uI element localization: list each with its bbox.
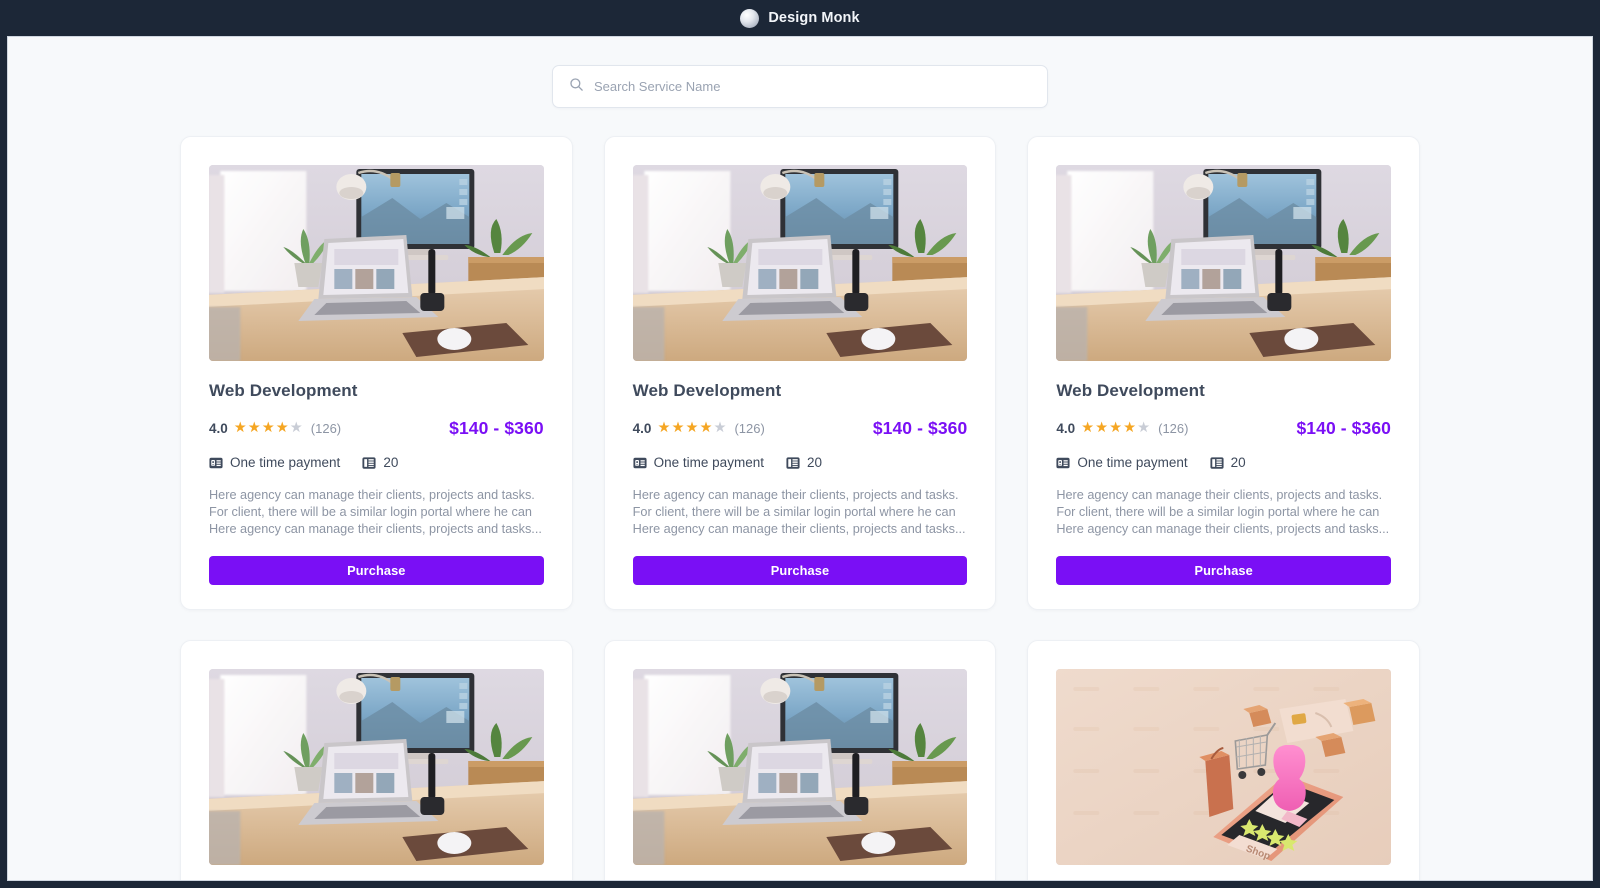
list-grid-icon (1210, 456, 1224, 470)
search-box[interactable] (552, 65, 1048, 108)
rating-star: ★ (247, 420, 261, 437)
service-thumbnail (632, 165, 968, 361)
service-card[interactable]: Web Development 4.0 ★★★★★ (126) $140 - $… (1027, 136, 1420, 610)
service-thumbnail (632, 668, 968, 865)
service-description: Here agency can manage their clients, pr… (632, 488, 966, 536)
rating-group: 4.0 ★ ★ ★ ★ ★ (126) (633, 421, 765, 436)
rating-star: ★ (657, 420, 671, 437)
page-viewport: Web Development 4.0 ★★★★★ (126) $140 - $… (7, 36, 1593, 881)
rating-star: ★ (233, 420, 247, 437)
payment-type-label: One time payment (653, 455, 764, 470)
rating-star: ★ (671, 420, 685, 437)
app-header: Design Monk (0, 0, 1600, 36)
rating-star: ★ (1081, 420, 1095, 437)
service-card-grid: Web Development 4.0 ★ ★ ★ ★ ★ (126) $140 - $… (180, 136, 1420, 880)
payment-card-icon (633, 456, 647, 470)
purchase-button[interactable]: Purchase (1056, 555, 1391, 585)
search-icon (569, 77, 584, 97)
service-meta-row: 4.0 ★ ★ ★ ★ ★ (126) $140 - $360 (209, 418, 544, 439)
page-content: Web Development 4.0 ★★★★★ (126) $140 - $… (8, 37, 1592, 880)
service-thumbnail (1056, 165, 1391, 361)
rating-star: ★ (261, 420, 275, 437)
rating-stars: ★ ★ ★ ★ ★ (657, 421, 726, 436)
rating-star: ★ (685, 420, 699, 437)
payment-card-icon (209, 456, 223, 470)
rating-group: 4.0 ★ ★ ★ ★ ★ (126) (209, 421, 341, 436)
service-card[interactable]: Shop Web Development 4.0 (1027, 639, 1420, 880)
brand-name: Design Monk (768, 10, 860, 26)
service-description: Here agency can manage their clients, pr… (1056, 488, 1390, 536)
service-card[interactable]: Web Development 4.0 ★★★★★ (126) $140 - $… (603, 136, 997, 610)
rating-value: 4.0 (632, 421, 652, 436)
payment-type-label: One time payment (230, 455, 341, 470)
payment-type-tag: One time payment (1056, 455, 1188, 470)
service-tags-row: One time payment 20 (209, 455, 544, 470)
rating-stars: ★ ★ ★ ★ ★ (234, 421, 303, 436)
app-window: Design Monk Search Service Name Web Deve… (0, 0, 1600, 888)
service-meta-row: 4.0 ★ ★ ★ ★ ★ (126) $140 - $360 (1056, 418, 1391, 439)
service-tags-row: One time payment 20 (633, 455, 968, 470)
rating-count: (126) (734, 421, 765, 436)
rating-star: ★ (1095, 420, 1109, 437)
service-price: $140 - $360 (872, 418, 968, 438)
item-count-tag: 20 (362, 455, 398, 470)
item-count-tag: 20 (1210, 455, 1246, 470)
purchase-button[interactable]: Purchase (632, 555, 968, 585)
item-count-tag: 20 (786, 455, 822, 470)
service-thumbnail (209, 668, 544, 865)
item-count-label: 20 (383, 455, 399, 470)
service-description: Here agency can manage their clients, pr… (209, 488, 542, 536)
service-tags-row: One time payment 20 (1056, 455, 1391, 470)
service-title: Web Development (1056, 381, 1205, 400)
service-card[interactable]: Web Development 4.0 ★★★★★ (126) $140 - $… (603, 639, 997, 880)
service-card[interactable]: Web Development 4.0 ★★★★★ (126) $140 - $… (180, 639, 573, 880)
list-grid-icon (786, 456, 800, 470)
payment-type-tag: One time payment (633, 455, 764, 470)
item-count-label: 20 (806, 455, 822, 470)
service-meta-row: 4.0 ★ ★ ★ ★ ★ (126) $140 - $360 (633, 418, 968, 439)
rating-count: (126) (310, 421, 342, 436)
rating-star: ★ (699, 420, 713, 437)
search-input[interactable] (594, 79, 1031, 94)
service-card[interactable]: Web Development 4.0 ★★★★★ (126) $140 - $… (180, 136, 573, 610)
service-title: Web Development (209, 381, 358, 400)
service-price: $140 - $360 (1296, 418, 1391, 438)
service-thumbnail (209, 165, 544, 361)
payment-type-label: One time payment (1077, 455, 1188, 470)
rating-star: ★ (713, 420, 727, 437)
rating-star: ★ (1123, 420, 1137, 437)
service-title: Web Development (632, 381, 782, 400)
payment-type-tag: One time payment (209, 455, 340, 470)
search-section (8, 37, 1592, 108)
payment-card-icon (1056, 456, 1070, 470)
rating-value: 4.0 (1056, 421, 1076, 436)
purchase-button[interactable]: Purchase (209, 555, 544, 585)
item-count-label: 20 (1230, 455, 1246, 470)
rating-value: 4.0 (209, 421, 228, 436)
service-price: $140 - $360 (449, 418, 544, 438)
service-thumbnail: Shop (1056, 668, 1391, 865)
rating-star: ★ (1137, 420, 1151, 437)
sphere-logo-icon (740, 8, 760, 28)
rating-star: ★ (289, 420, 303, 437)
rating-group: 4.0 ★ ★ ★ ★ ★ (126) (1056, 421, 1188, 436)
rating-star: ★ (275, 420, 289, 437)
rating-stars: ★ ★ ★ ★ ★ (1081, 421, 1150, 436)
list-grid-icon (362, 456, 376, 470)
rating-count: (126) (1158, 421, 1189, 436)
rating-star: ★ (1109, 420, 1123, 437)
